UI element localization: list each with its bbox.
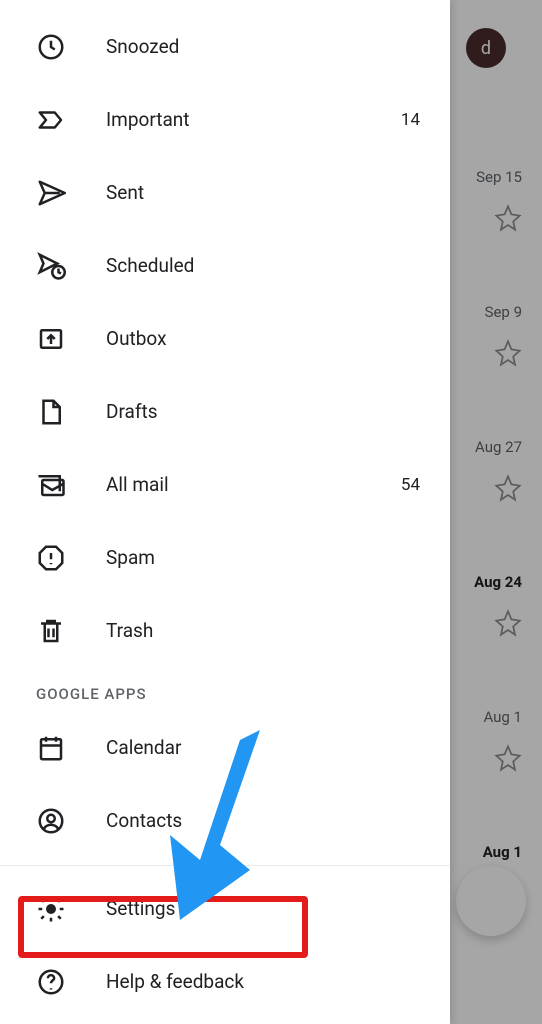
nav-item-sent[interactable]: Sent	[0, 156, 450, 229]
all-mail-icon	[36, 470, 66, 500]
nav-item-spam[interactable]: Spam	[0, 521, 450, 594]
spam-icon	[36, 543, 66, 573]
nav-count: 14	[401, 110, 420, 130]
nav-item-contacts[interactable]: Contacts	[0, 784, 450, 857]
trash-icon	[36, 616, 66, 646]
nav-label: Trash	[106, 619, 420, 642]
nav-label: Outbox	[106, 327, 420, 350]
send-icon	[36, 178, 66, 208]
help-icon	[36, 967, 66, 997]
navigation-drawer: Snoozed Important 14 Sent Scheduled Outb…	[0, 0, 450, 1024]
nav-item-snoozed[interactable]: Snoozed	[0, 10, 450, 83]
nav-item-scheduled[interactable]: Scheduled	[0, 229, 450, 302]
nav-label: All mail	[106, 473, 401, 496]
section-header-google-apps: GOOGLE APPS	[0, 685, 450, 703]
nav-label: Important	[106, 108, 401, 131]
gear-icon	[36, 894, 66, 924]
calendar-icon	[36, 733, 66, 763]
clock-icon	[36, 32, 66, 62]
drafts-icon	[36, 397, 66, 427]
nav-label: Scheduled	[106, 254, 420, 277]
nav-item-drafts[interactable]: Drafts	[0, 375, 450, 448]
nav-item-help-feedback[interactable]: Help & feedback	[0, 945, 450, 1018]
divider	[0, 865, 450, 866]
nav-label: Help & feedback	[106, 970, 420, 993]
nav-item-trash[interactable]: Trash	[0, 594, 450, 667]
nav-label: Snoozed	[106, 35, 420, 58]
nav-item-settings[interactable]: Settings	[0, 872, 450, 945]
nav-label: Spam	[106, 546, 420, 569]
outbox-icon	[36, 324, 66, 354]
nav-label: Drafts	[106, 400, 420, 423]
nav-label: Calendar	[106, 736, 420, 759]
nav-item-all-mail[interactable]: All mail 54	[0, 448, 450, 521]
scheduled-icon	[36, 251, 66, 281]
nav-count: 54	[401, 475, 420, 495]
important-icon	[36, 105, 66, 135]
nav-label: Sent	[106, 181, 420, 204]
nav-item-important[interactable]: Important 14	[0, 83, 450, 156]
nav-item-outbox[interactable]: Outbox	[0, 302, 450, 375]
nav-item-calendar[interactable]: Calendar	[0, 711, 450, 784]
nav-label: Contacts	[106, 809, 420, 832]
scrim-overlay[interactable]	[450, 0, 542, 1024]
contacts-icon	[36, 806, 66, 836]
nav-label: Settings	[106, 897, 420, 920]
